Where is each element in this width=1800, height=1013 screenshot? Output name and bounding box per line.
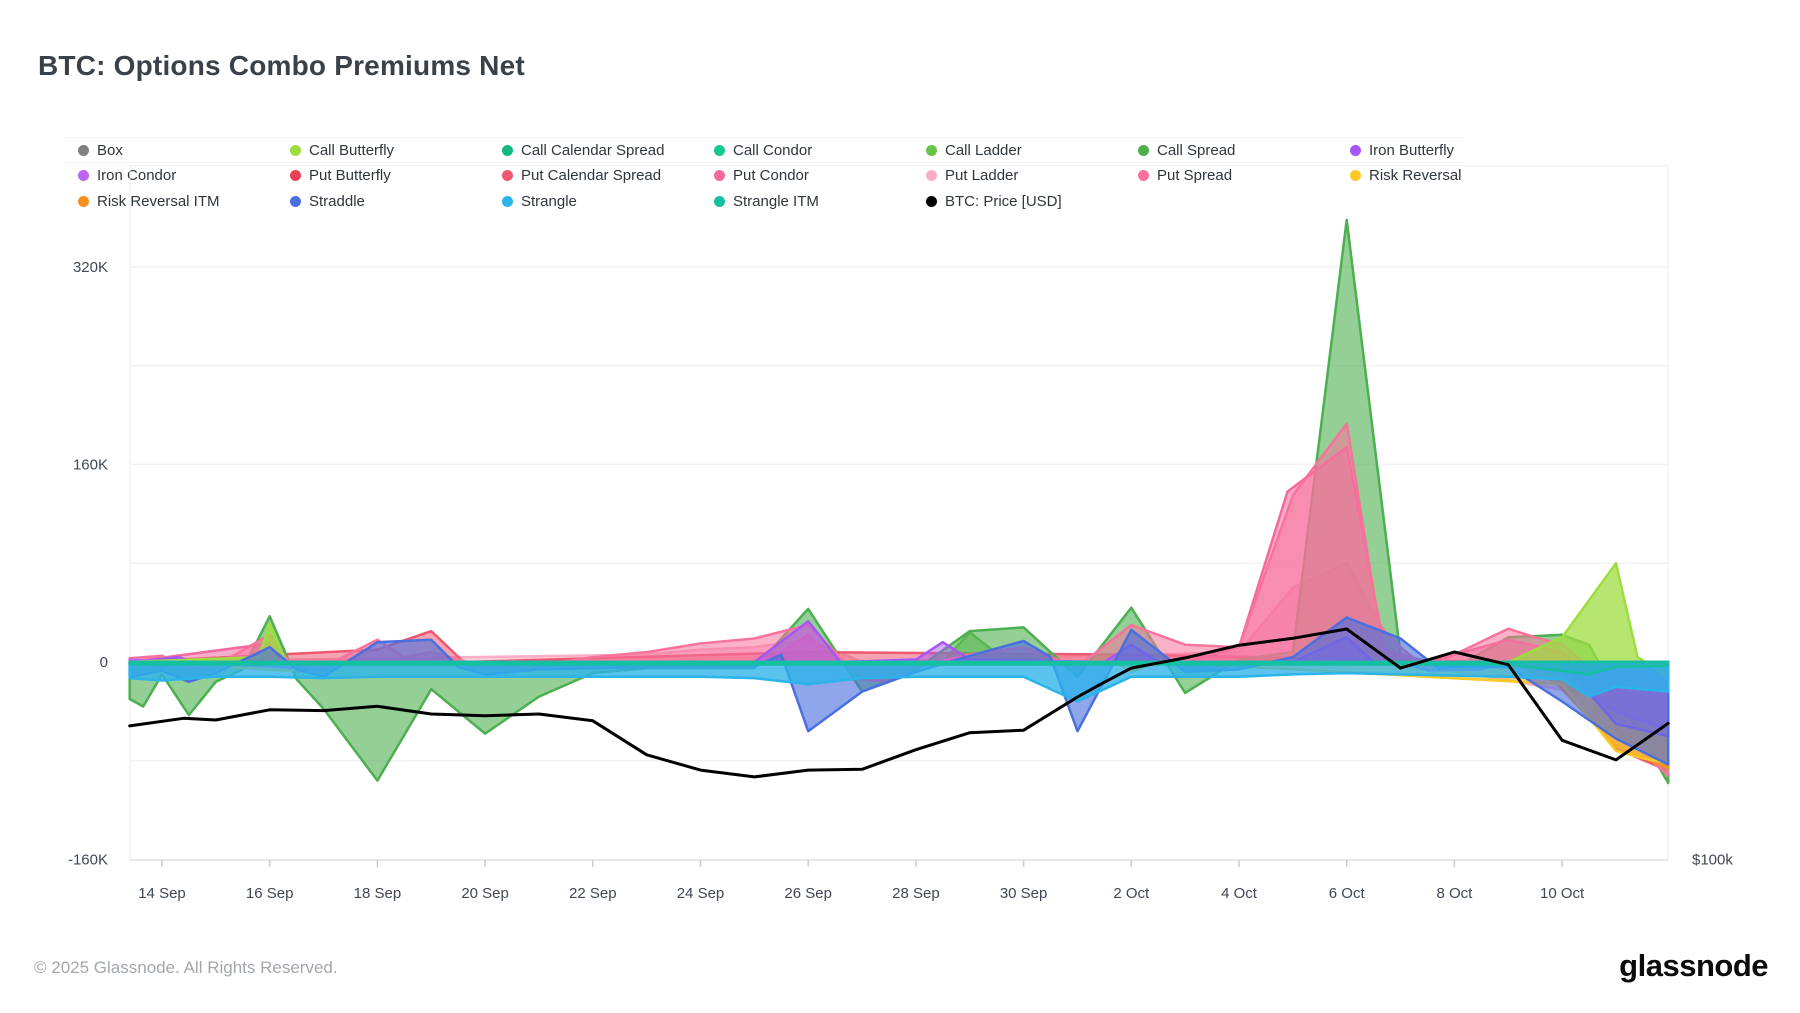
copyright-text: © 2025 Glassnode. All Rights Reserved. [34,958,338,978]
y-axis-label: 0 [100,654,108,671]
x-axis-label: 6 Oct [1329,885,1366,902]
glassnode-logo[interactable]: glassnode [1619,948,1768,984]
y-axis-label: -160K [68,852,108,869]
y-axis-label: 320K [73,259,108,276]
x-axis-label: 18 Sep [354,885,402,902]
x-axis-label: 10 Oct [1540,885,1585,902]
x-axis-label: 28 Sep [892,885,940,902]
x-axis-label: 30 Sep [1000,885,1048,902]
right-axis-label: $100k [1692,852,1733,869]
x-axis-label: 14 Sep [138,885,186,902]
x-axis-label: 20 Sep [461,885,509,902]
x-axis-label: 2 Oct [1113,885,1150,902]
y-axis-label: 160K [73,456,108,473]
x-axis-label: 4 Oct [1221,885,1258,902]
x-axis-label: 16 Sep [246,885,294,902]
x-axis-label: 26 Sep [784,885,832,902]
x-axis-label: 24 Sep [677,885,725,902]
x-axis-label: 22 Sep [569,885,617,902]
chart-canvas[interactable]: 320K 160K 0 -160K $100k 14 Sep 16 Sep 18 Sep 20 … [0,0,1800,1013]
series-area-call_spread [130,220,1669,783]
x-axis-label: 8 Oct [1436,885,1473,902]
